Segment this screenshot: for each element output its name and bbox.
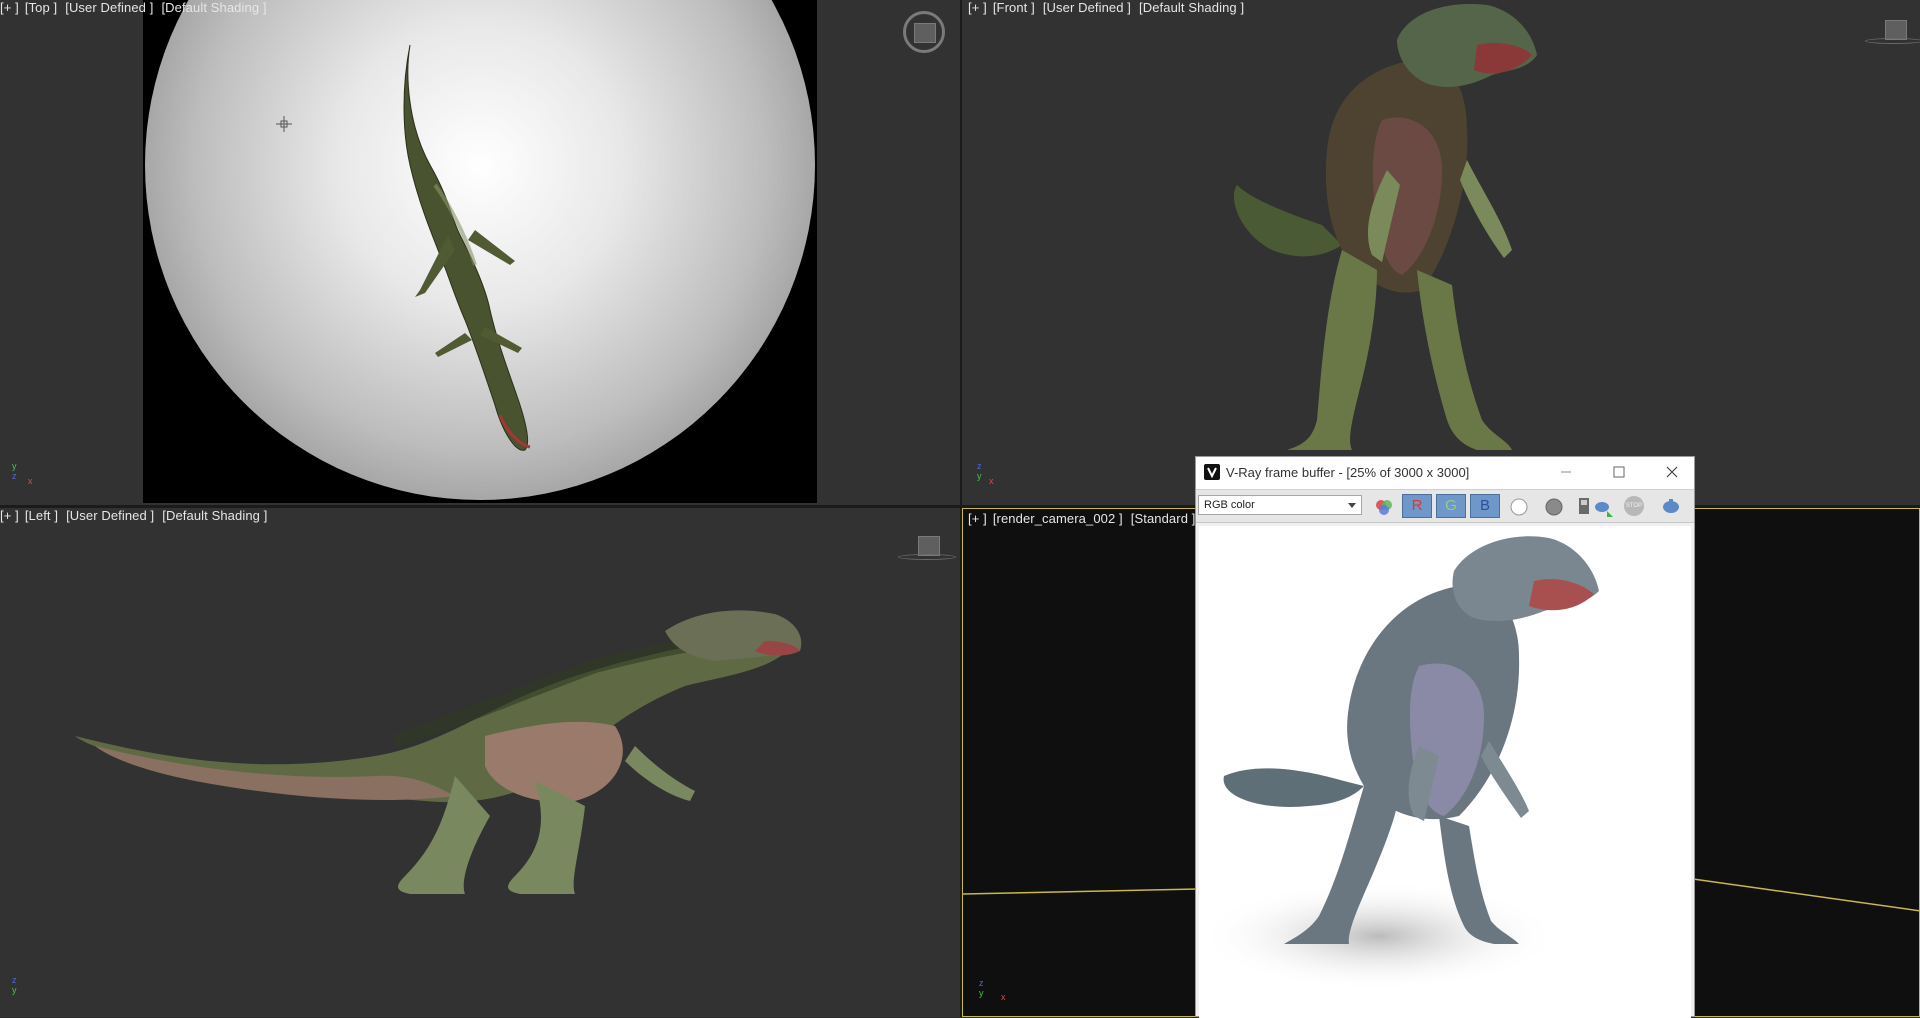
viewport-mode-label[interactable]: [User Defined ] [66, 508, 154, 523]
viewport-camera-name[interactable]: [render_camera_002 ] [993, 511, 1123, 526]
viewcube-compass-icon[interactable] [901, 9, 947, 55]
viewport-mode-label[interactable]: [User Defined ] [1043, 0, 1131, 15]
viewport-front[interactable]: [+ ] [Front ] [User Defined ] [Default Shad… [962, 0, 1920, 505]
viewport-menu-plus[interactable]: [+ ] [968, 511, 987, 526]
viewport-menu-plus[interactable]: [+ ] [0, 508, 19, 523]
viewport-shading-label[interactable]: [Default Shading ] [162, 508, 267, 523]
viewport-shading-label[interactable]: [Default Shading ] [1139, 0, 1244, 15]
maximize-icon[interactable] [1607, 461, 1631, 483]
viewport-front-label[interactable]: [+ ] [Front ] [User Defined ] [Default Shad… [968, 0, 1252, 15]
save-image-icon[interactable] [1578, 496, 1590, 516]
viewcube-icon[interactable] [898, 534, 956, 562]
dinosaur-top-model [403, 44, 531, 451]
teapot-icon[interactable] [1660, 497, 1682, 515]
vray-frame-buffer-window[interactable]: V-Ray frame buffer - [25% of 3000 x 3000… [1195, 456, 1695, 1018]
vfb-title: V-Ray frame buffer - [25% of 3000 x 3000… [1226, 465, 1470, 480]
dinosaur-front-model [1233, 4, 1537, 450]
blue-channel-button[interactable]: B [1470, 494, 1500, 518]
vfb-titlebar[interactable]: V-Ray frame buffer - [25% of 3000 x 3000… [1196, 457, 1694, 489]
viewport-left-label[interactable]: [+ ] [Left ] [User Defined ] [Default Shadi… [0, 508, 275, 523]
chevron-down-icon [1348, 503, 1356, 508]
viewport-camera-label[interactable]: [+ ][render_camera_002 ][Standard ][L [968, 511, 1223, 526]
red-channel-button[interactable]: R [1402, 494, 1432, 518]
viewport-mode-label[interactable]: [User Defined ] [65, 0, 153, 15]
crosshair-cursor-icon [276, 116, 292, 132]
viewport-top[interactable]: [+ ] [Top ] [User Defined ] [Default Shadin… [0, 0, 960, 505]
viewport-view-label[interactable]: [Front ] [993, 0, 1035, 15]
viewport-menu-plus[interactable]: [+ ] [968, 0, 987, 15]
dinosaur-left-model [75, 610, 802, 894]
viewport-view-label[interactable]: [Left ] [25, 508, 58, 523]
render-teapot-icon[interactable] [1592, 496, 1614, 518]
vfb-render-canvas[interactable] [1199, 526, 1691, 1018]
viewport-divider-vertical[interactable] [960, 0, 962, 1017]
color-channels-icon[interactable] [1374, 498, 1394, 516]
viewport-menu-plus[interactable]: [+ ] [0, 0, 19, 15]
minimize-icon[interactable] [1554, 461, 1578, 483]
vfb-toolbar: RGB color R G B STOP [1196, 489, 1694, 523]
channel-select[interactable]: RGB color [1198, 495, 1362, 515]
rendered-dinosaur-image [1199, 536, 1599, 991]
viewport-mode-label[interactable]: [Standard ] [1131, 511, 1196, 526]
viewport-shading-label[interactable]: [Default Shading ] [161, 0, 266, 15]
stop-render-button[interactable]: STOP [1624, 496, 1644, 516]
viewport-left[interactable]: [+ ] [Left ] [User Defined ] [Default Shadi… [0, 508, 960, 1017]
white-sphere-icon[interactable] [1510, 498, 1528, 516]
viewport-top-label[interactable]: [+ ] [Top ] [User Defined ] [Default Shadin… [0, 0, 275, 15]
viewport-view-label[interactable]: [Top ] [25, 0, 57, 15]
gray-sphere-icon[interactable] [1545, 498, 1563, 516]
vray-logo-icon [1204, 464, 1220, 480]
viewcube-icon[interactable] [1865, 18, 1920, 46]
green-channel-button[interactable]: G [1436, 494, 1466, 518]
close-icon[interactable] [1660, 461, 1684, 483]
